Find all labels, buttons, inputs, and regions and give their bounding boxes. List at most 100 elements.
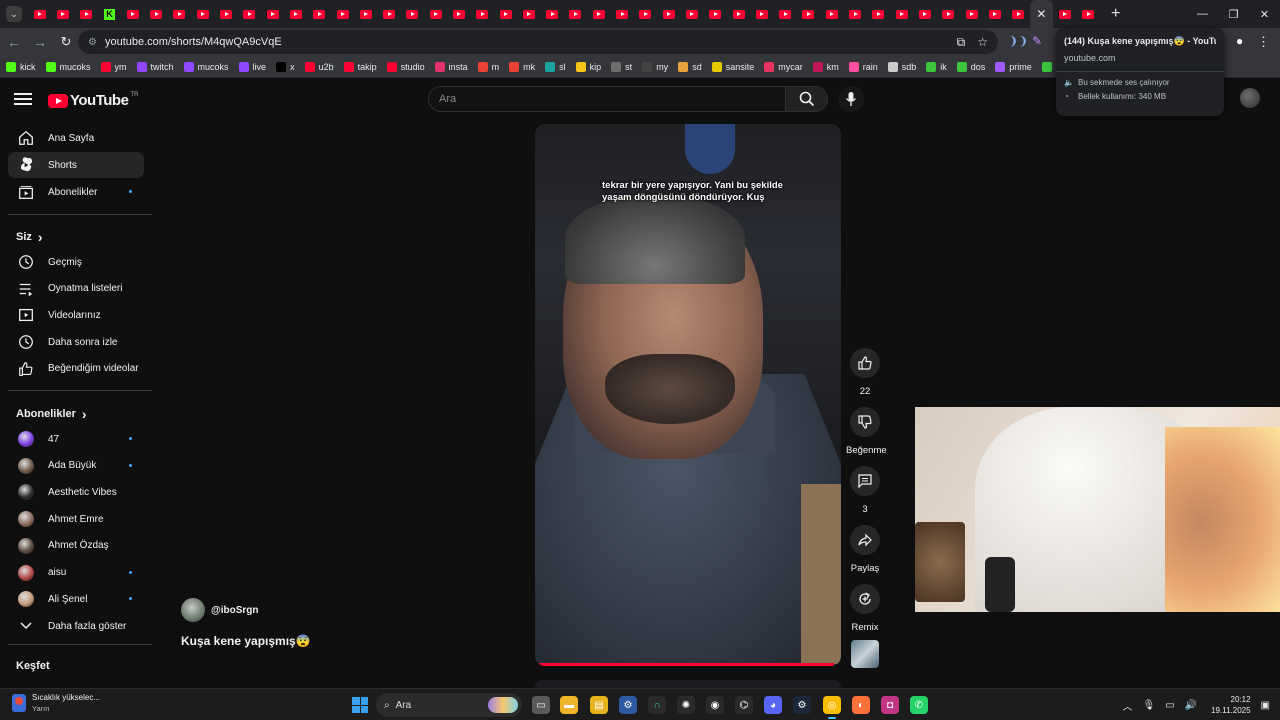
browser-tab[interactable]: ✕ — [1029, 0, 1054, 28]
sidebar-section-subscriptions[interactable]: Abonelikler › — [16, 406, 87, 422]
dislike-button[interactable] — [850, 407, 880, 437]
browser-tab[interactable] — [28, 0, 51, 28]
bookmark-mycar[interactable]: mycar — [764, 61, 803, 72]
sidebar-item-channel-6[interactable]: Ali Şenel — [8, 586, 144, 612]
browser-tab[interactable] — [121, 0, 144, 28]
chatgpt-icon[interactable]: ✺ — [677, 696, 695, 714]
file-explorer-icon[interactable]: ▬ — [560, 696, 578, 714]
browser-tab[interactable] — [214, 0, 237, 28]
sidebar-item-daha-sonra-izle[interactable]: Daha sonra izle — [8, 329, 144, 355]
sidebar-item-channel-2[interactable]: Aesthetic Vibes — [8, 479, 144, 505]
youtube-logo[interactable]: YouTube TR — [48, 92, 138, 109]
bookmark-studio[interactable]: studio — [386, 61, 425, 72]
browser-tab[interactable] — [144, 0, 167, 28]
sidebar-item-beğendiğim-videolar[interactable]: Beğendiğim videolar — [8, 356, 144, 382]
browser-tab[interactable] — [51, 0, 74, 28]
channel-avatar[interactable] — [181, 598, 205, 622]
bookmark-kick[interactable]: kick — [6, 61, 36, 72]
clock[interactable]: 20:12 19.11.2025 — [1211, 694, 1250, 716]
volume-icon[interactable]: 🔊 — [1185, 700, 1197, 711]
video-progress-bar[interactable] — [539, 663, 835, 666]
new-tab-button[interactable]: + — [1104, 5, 1128, 23]
comment-button[interactable] — [850, 466, 880, 496]
bookmark-my[interactable]: my — [642, 61, 668, 72]
browser-tab[interactable] — [680, 0, 703, 28]
browser-tab[interactable] — [377, 0, 400, 28]
sidebar-item-videolarınız[interactable]: Videolarınız — [8, 302, 144, 328]
bookmark-st[interactable]: st — [611, 61, 632, 72]
sidebar-item-oynatma-listeleri[interactable]: Oynatma listeleri — [8, 276, 144, 302]
sidebar-item-shorts[interactable]: Shorts — [8, 152, 144, 178]
bookmark-x[interactable]: x — [276, 61, 295, 72]
sidebar-section-you[interactable]: Siz › — [16, 229, 43, 245]
taskbar-search[interactable]: ⌕ Ara — [376, 693, 522, 717]
discord-icon[interactable]: ◕ — [764, 696, 782, 714]
browser-tab[interactable] — [890, 0, 913, 28]
browser-tab[interactable] — [168, 0, 191, 28]
forward-button[interactable]: → — [28, 30, 52, 54]
like-button[interactable] — [850, 348, 880, 378]
browser-tab[interactable] — [1076, 0, 1099, 28]
browser-tab[interactable] — [238, 0, 261, 28]
short-video-player[interactable]: tekrar bir yere yapışıyor. Yani bu şekil… — [535, 124, 841, 666]
settings-icon[interactable]: ⚙ — [619, 696, 637, 714]
bookmark-ym[interactable]: ym — [100, 61, 127, 72]
bookmark-km[interactable]: km — [812, 61, 839, 72]
browser-tab[interactable] — [331, 0, 354, 28]
tray-overflow-icon[interactable]: ︿ — [1122, 698, 1132, 713]
bookmark-takip[interactable]: takip — [343, 61, 377, 72]
browser-tab[interactable] — [983, 0, 1006, 28]
firefox-icon[interactable]: ◐ — [852, 696, 870, 714]
browser-tab[interactable] — [913, 0, 936, 28]
browser-tab[interactable] — [284, 0, 307, 28]
browser-tab[interactable] — [797, 0, 820, 28]
notification-icon[interactable]: ▣ — [1261, 700, 1270, 711]
bookmark-sl[interactable]: sl — [545, 61, 566, 72]
browser-tab[interactable] — [308, 0, 331, 28]
bookmark-dos[interactable]: dos — [956, 61, 985, 72]
network-icon[interactable]: ▭ — [1165, 700, 1174, 711]
bookmark-u2b[interactable]: u2b — [304, 61, 334, 72]
reload-button[interactable]: ↻ — [54, 30, 78, 54]
tab-close-icon[interactable]: ✕ — [1036, 7, 1046, 21]
browser-tab[interactable] — [541, 0, 564, 28]
browser-tab[interactable] — [937, 0, 960, 28]
browser-tab[interactable] — [1053, 0, 1076, 28]
weather-widget[interactable]: Sıcaklık yükselec... Yarın — [12, 693, 100, 713]
browser-tab[interactable]: K — [98, 0, 121, 28]
sidebar-item-channel-3[interactable]: Ahmet Emre — [8, 506, 144, 532]
search-input[interactable] — [439, 93, 785, 105]
search-button[interactable] — [786, 86, 828, 112]
bookmark-sansite[interactable]: sansite — [711, 61, 754, 72]
start-button[interactable] — [352, 697, 368, 713]
sidebar-item-ana-sayfa[interactable]: Ana Sayfa — [8, 125, 144, 151]
back-button[interactable]: ← — [2, 30, 26, 54]
obs-icon[interactable]: ◉ — [706, 696, 724, 714]
task-view-icon[interactable]: ▭ — [532, 696, 550, 714]
bookmark-live[interactable]: live — [238, 61, 266, 72]
bookmark-prime[interactable]: prime — [995, 61, 1032, 72]
browser-tab[interactable] — [401, 0, 424, 28]
browser-tab[interactable] — [727, 0, 750, 28]
browser-tab[interactable] — [354, 0, 377, 28]
extension-icon[interactable]: ❩❩ — [1008, 34, 1028, 48]
browser-tab[interactable] — [843, 0, 866, 28]
sidebar-item-abonelikler[interactable]: Abonelikler — [8, 179, 144, 205]
bookmark-sd[interactable]: sd — [678, 61, 702, 72]
browser-tab[interactable] — [564, 0, 587, 28]
remix-button[interactable] — [850, 584, 880, 614]
bookmark-ik[interactable]: ik — [926, 61, 947, 72]
sidebar-item-geçmiş[interactable]: Geçmiş — [8, 249, 144, 275]
browser-tab[interactable] — [75, 0, 98, 28]
browser-tab[interactable] — [191, 0, 214, 28]
sidebar-item-channel-1[interactable]: Ada Büyük — [8, 453, 144, 479]
folder-icon[interactable]: ▤ — [590, 696, 608, 714]
browser-tab[interactable] — [517, 0, 540, 28]
browser-tab[interactable] — [261, 0, 284, 28]
sidebar-item-channel-5[interactable]: aisu — [8, 560, 144, 586]
browser-tab[interactable] — [424, 0, 447, 28]
bookmark-mucoks[interactable]: mucoks — [183, 61, 229, 72]
whatsapp-icon[interactable]: ✆ — [910, 696, 928, 714]
browser-tab[interactable] — [704, 0, 727, 28]
sidebar-item-channel-4[interactable]: Ahmet Özdaş — [8, 533, 144, 559]
